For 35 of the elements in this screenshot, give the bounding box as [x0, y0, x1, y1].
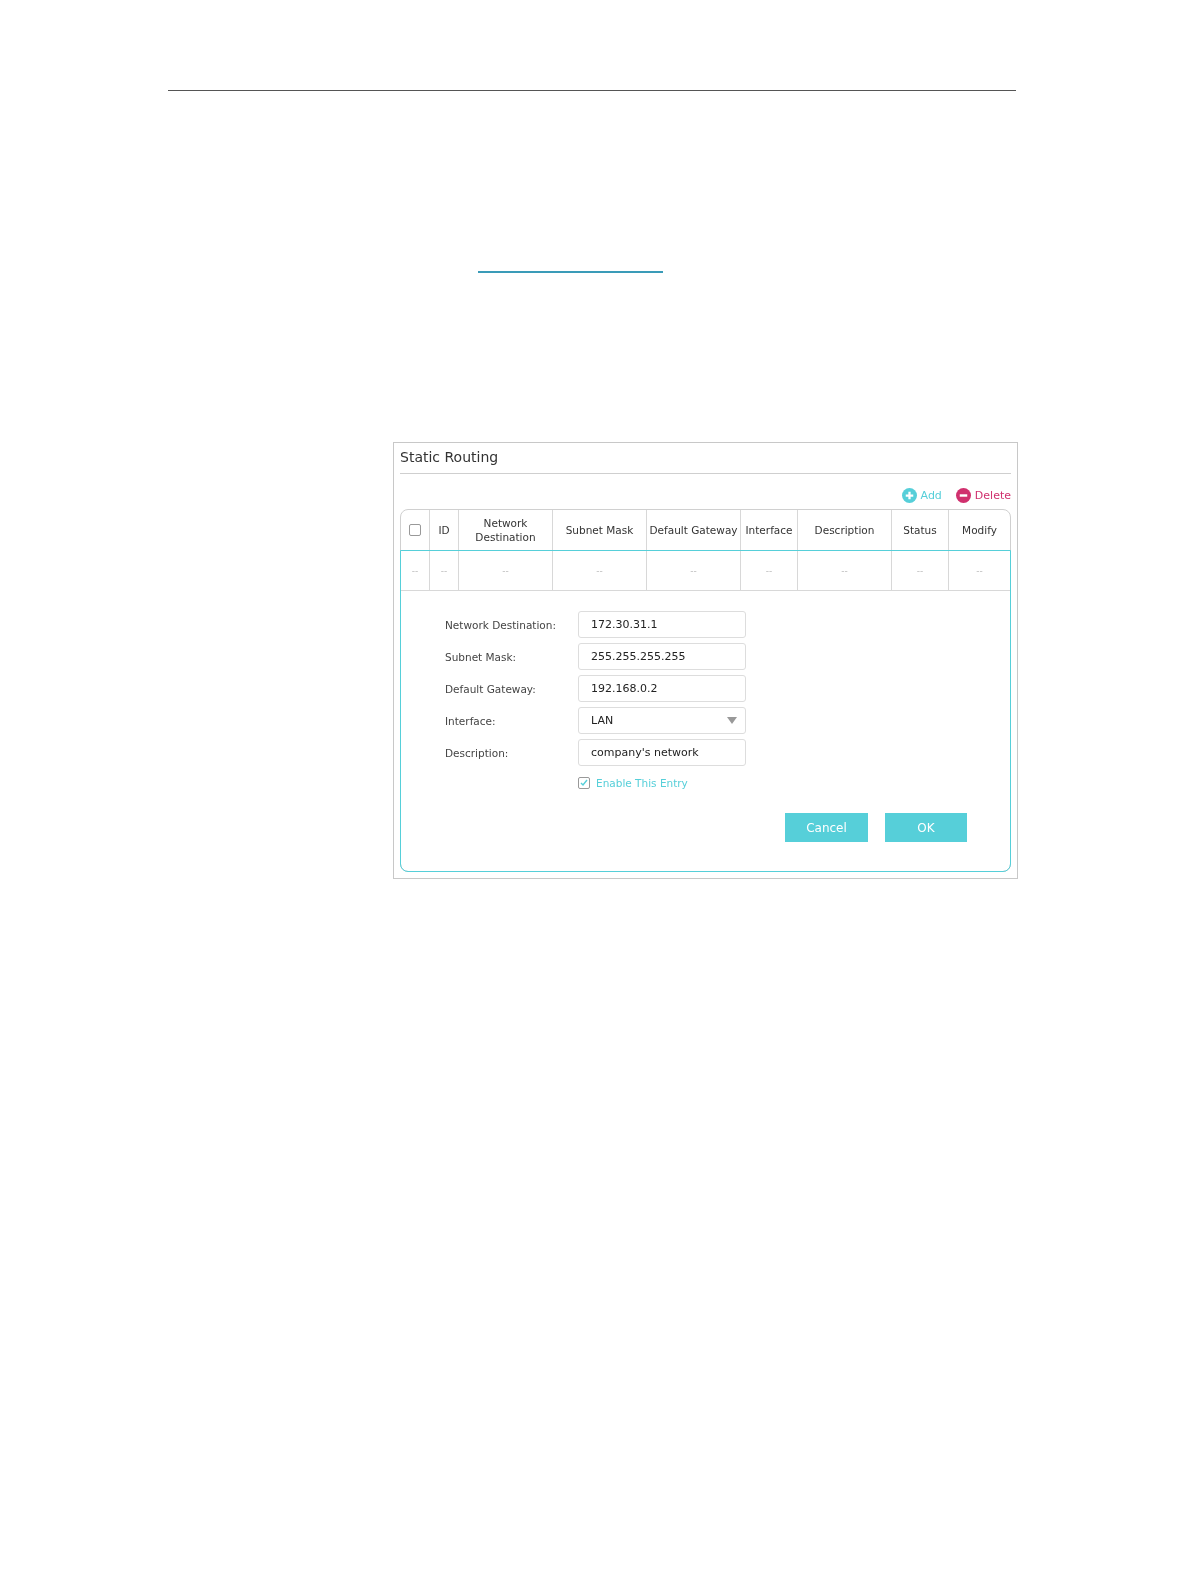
- column-header: Modify: [962, 523, 997, 537]
- table-cell: --: [690, 565, 697, 576]
- table-cell: --: [976, 565, 983, 576]
- table-cell: --: [411, 565, 419, 576]
- input-field[interactable]: company's network: [578, 739, 746, 766]
- field-label: Default Gateway:: [445, 682, 537, 695]
- table-cell: --: [440, 565, 448, 576]
- column-header: Subnet Mask: [565, 523, 634, 537]
- table-cell: --: [916, 565, 924, 576]
- column-header: Status: [903, 523, 937, 537]
- field-label: Interface:: [445, 714, 497, 727]
- checkbox[interactable]: [578, 777, 590, 789]
- column-header: Default Gateway: [649, 523, 738, 537]
- field-label: Subnet Mask:: [445, 650, 518, 663]
- delete-button[interactable]: Delete: [955, 488, 1011, 503]
- table-cell: --: [502, 565, 509, 576]
- field-label: Description:: [445, 746, 510, 759]
- table-cell: --: [765, 565, 773, 576]
- field-label: Network Destination:: [445, 618, 557, 631]
- checkbox-label: Enable This Entry: [596, 777, 688, 789]
- column-header: Interface: [745, 523, 793, 537]
- checkbox[interactable]: [409, 524, 421, 536]
- table-cell: --: [596, 565, 603, 576]
- column-header: ID: [438, 523, 450, 537]
- input-field[interactable]: 172.30.31.1: [578, 611, 746, 638]
- plus-circle-icon: [901, 488, 917, 503]
- table-cell: --: [841, 565, 848, 576]
- input-field[interactable]: 192.168.0.2: [578, 675, 746, 702]
- minus-circle-icon: [955, 488, 971, 503]
- input-field[interactable]: 255.255.255.255: [578, 643, 746, 670]
- caret-icon: [727, 717, 737, 724]
- column-header: Description: [814, 523, 875, 537]
- panel-title: Static Routing: [400, 447, 1011, 474]
- column-header: Network Destination: [474, 516, 537, 544]
- interface-dropdown[interactable]: LAN: [578, 707, 746, 734]
